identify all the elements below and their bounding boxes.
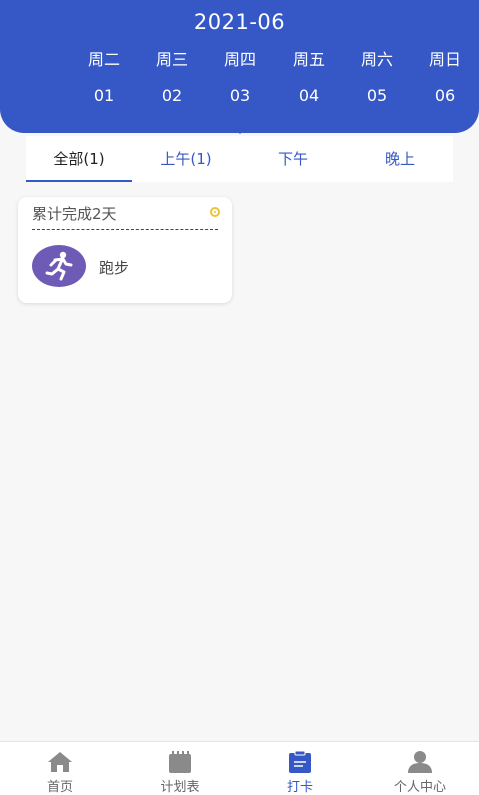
weekday-label: 周日 xyxy=(428,50,461,69)
card-divider xyxy=(32,229,218,230)
tab-evening[interactable]: 晚上 xyxy=(347,136,453,182)
date-label: 04 xyxy=(298,86,320,105)
day-item-06[interactable]: 周日 06 xyxy=(410,48,479,108)
card-title: 累计完成2天 xyxy=(32,205,117,223)
day-item-02[interactable]: 周三 02 xyxy=(137,48,207,108)
tab-morning[interactable]: 上午(1) xyxy=(133,136,239,182)
weekday-label: 周五 xyxy=(292,50,325,69)
nav-plan-label: 计划表 xyxy=(160,780,200,795)
nav-profile-label: 个人中心 xyxy=(393,780,446,795)
date-label: 03 xyxy=(229,86,251,105)
running-person-icon-svg xyxy=(45,251,73,281)
day-item-04[interactable]: 周五 04 xyxy=(274,48,344,108)
time-filter-tabs: 全部(1) 上午(1) 下午 晚上 xyxy=(26,136,453,182)
day-item-01[interactable]: 周二 01 xyxy=(69,48,139,108)
nav-profile[interactable]: 个人中心 xyxy=(360,742,479,795)
clipboard-icon xyxy=(286,750,314,774)
week-day-strip: 周二 01 周三 02 周四 03 周五 04 周六 05 周日 06 xyxy=(69,48,479,118)
bottom-navigation: 首页 计划表 打卡 个人中心 xyxy=(0,741,479,795)
nav-checkin[interactable]: 打卡 xyxy=(240,742,360,795)
nav-checkin-label: 打卡 xyxy=(286,780,313,795)
date-label: 01 xyxy=(93,86,115,105)
weekday-label: 周三 xyxy=(155,50,188,69)
tab-all[interactable]: 全部(1) xyxy=(26,136,132,182)
day-item-05[interactable]: 周六 05 xyxy=(342,48,412,108)
date-label: 06 xyxy=(434,86,456,105)
calendar-icon xyxy=(166,750,194,774)
running-person-icon xyxy=(32,245,86,287)
person-icon xyxy=(406,750,434,774)
date-label: 02 xyxy=(161,86,183,105)
weekday-label: 周六 xyxy=(360,50,393,69)
nav-home-label: 首页 xyxy=(46,780,73,795)
date-label: 05 xyxy=(366,86,388,105)
checkin-card[interactable]: 累计完成2天 跑步 xyxy=(18,197,232,303)
selected-day-indicator xyxy=(232,126,248,134)
nav-home[interactable]: 首页 xyxy=(0,742,120,795)
weekday-label: 周四 xyxy=(223,50,256,69)
nav-plan[interactable]: 计划表 xyxy=(120,742,240,795)
status-dot-icon xyxy=(210,207,220,217)
date-header: 2021-06 周二 01 周三 02 周四 03 周五 04 周六 05 周日… xyxy=(0,0,479,133)
home-icon xyxy=(46,750,74,774)
weekday-label: 周二 xyxy=(87,50,120,69)
day-item-03[interactable]: 周四 03 xyxy=(205,48,275,108)
month-title[interactable]: 2021-06 xyxy=(0,10,479,34)
activity-name: 跑步 xyxy=(99,259,130,277)
tab-afternoon[interactable]: 下午 xyxy=(240,136,346,182)
